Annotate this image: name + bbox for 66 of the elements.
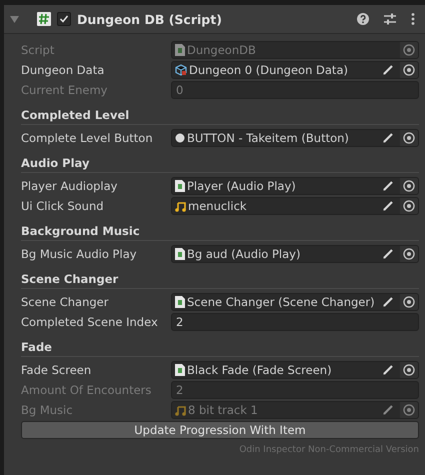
field-value: Bg aud (Audio Play) (187, 247, 302, 261)
object-picker-button[interactable] (400, 130, 418, 146)
object-picker-button[interactable] (400, 198, 418, 214)
pencil-icon[interactable] (382, 296, 394, 308)
script-icon (37, 12, 51, 26)
number-field[interactable]: 2 (171, 313, 419, 331)
field-label: Dungeon Data (21, 63, 106, 77)
object-picker-button[interactable] (400, 178, 418, 194)
field-label: Fade Screen (21, 363, 92, 377)
field-label: Script (21, 43, 56, 57)
script-icon (175, 44, 185, 56)
object-picker-button[interactable] (400, 362, 418, 378)
cube-icon (175, 64, 187, 76)
script-icon (175, 248, 185, 260)
section-title: Scene Changer (21, 272, 419, 289)
field-label: Bg Music Audio Play (21, 247, 138, 261)
section-title: Fade (21, 340, 419, 357)
field-label: Completed Scene Index (21, 315, 159, 329)
script-icon (175, 296, 185, 308)
field-value: menuclick (188, 199, 248, 213)
object-field[interactable]: menuclick (171, 197, 419, 215)
field-value: DungeonDB (187, 43, 257, 57)
script-icon (175, 364, 185, 376)
checkmark-icon (59, 14, 69, 24)
foldout-arrow-icon[interactable] (10, 16, 19, 22)
help-icon[interactable] (357, 13, 369, 25)
music-note-icon (175, 404, 186, 416)
object-field[interactable]: Bg aud (Audio Play) (171, 245, 419, 263)
object-picker-button[interactable] (400, 62, 418, 78)
field-value: Dungeon 0 (Dungeon Data) (189, 63, 349, 77)
component-title: Dungeon DB (Script) (77, 12, 222, 26)
pencil-icon[interactable] (382, 248, 394, 260)
more-options-icon[interactable] (411, 13, 415, 25)
music-note-icon (175, 200, 186, 212)
field-value: BUTTON - Takeitem (Button) (187, 131, 350, 145)
settings-icon[interactable] (383, 13, 397, 25)
field-label: Ui Click Sound (21, 199, 105, 213)
field-value: Player (Audio Play) (187, 179, 297, 193)
object-field[interactable]: BUTTON - Takeitem (Button) (171, 129, 419, 147)
pencil-icon[interactable] (382, 180, 394, 192)
button-icon (175, 133, 185, 143)
pencil-icon[interactable] (382, 364, 394, 376)
field-label: Bg Music (21, 403, 74, 417)
object-picker-button[interactable] (400, 294, 418, 310)
enabled-checkbox[interactable] (57, 12, 71, 26)
pencil-icon[interactable] (382, 132, 394, 144)
field-label: Scene Changer (21, 295, 110, 309)
object-field[interactable]: Black Fade (Fade Screen) (171, 361, 419, 379)
section-title: Audio Play (21, 156, 419, 173)
field-label: Amount Of Encounters (21, 383, 152, 397)
object-field[interactable]: Player (Audio Play) (171, 177, 419, 195)
pencil-icon[interactable] (382, 64, 394, 76)
field-value: 8 bit track 1 (188, 403, 259, 417)
section-title: Completed Level (21, 108, 419, 125)
object-field[interactable]: Scene Changer (Scene Changer) (171, 293, 419, 311)
update-progression-button[interactable]: Update Progression With Item (21, 421, 419, 439)
object-field[interactable]: Dungeon 0 (Dungeon Data) (171, 61, 419, 79)
field-label: Complete Level Button (21, 131, 154, 145)
field-label: Current Enemy (21, 83, 108, 97)
section-title: Background Music (21, 224, 419, 241)
object-picker-button[interactable] (400, 246, 418, 262)
field-label: Player Audioplay (21, 179, 118, 193)
script-icon (175, 180, 185, 192)
field-value: Black Fade (Fade Screen) (187, 363, 333, 377)
field-value: Scene Changer (Scene Changer) (187, 295, 376, 309)
pencil-icon[interactable] (382, 200, 394, 212)
